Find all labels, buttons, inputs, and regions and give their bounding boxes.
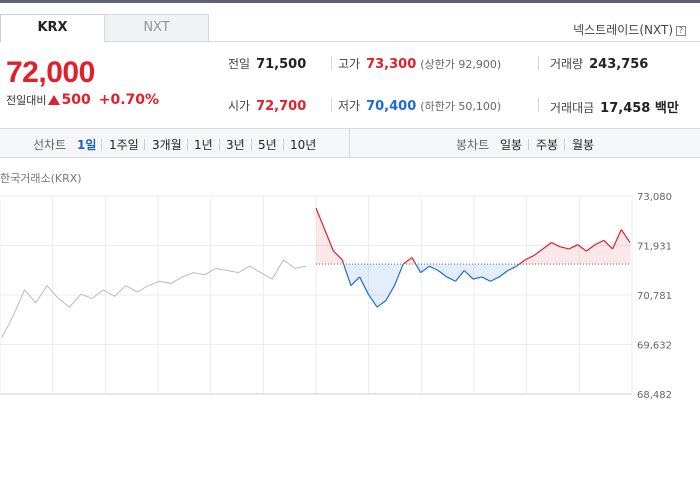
line-chart-label: 선차트 [33,138,67,152]
period-bar-divider [349,129,350,158]
tab-divider [104,41,700,42]
stat-label: 저가 [338,99,361,113]
tab-krx[interactable]: KRX [0,14,105,42]
divider [101,139,102,150]
period-bar: 선차트 1일 1주일 3개월 1년 3년 5년 10년 봉차트 일봉 주봉 월봉 [0,128,700,158]
divider [538,98,539,112]
nxt-link[interactable]: 넥스트레이드(NXT)? [573,21,686,38]
divider [528,139,529,150]
stat-label: 시가 [228,99,251,113]
stat-value: 71,500 [256,57,307,72]
period-1d[interactable]: 1일 [77,136,96,153]
divider [283,139,284,150]
area-above-baseline [621,229,630,265]
area-above-baseline [568,244,578,265]
change-label: 전일대비 [6,94,47,107]
chart-title: 한국거래소(KRX) [0,172,82,185]
y-tick-label: 69,632 [637,340,672,351]
up-triangle-icon [48,95,61,105]
divider [331,98,332,112]
period-daily[interactable]: 일봉 [500,136,522,153]
y-tick-label: 71,931 [637,241,672,252]
intraday-chart: 73,080 71,931 70,781 69,632 68,482 [0,192,672,400]
stat-value: 70,400 [366,99,417,114]
candle-chart-label: 봉차트 [456,138,490,152]
period-1y[interactable]: 1년 [194,136,213,153]
area-above-baseline [316,208,325,265]
stat-volume: 거래량 243,756 [550,55,648,72]
period-weekly[interactable]: 주봉 [536,136,558,153]
stat-sub: (상한가 92,900) [420,58,502,71]
area-below-baseline [499,264,508,277]
stat-prev-close: 전일 71,500 [228,55,306,72]
period-10y[interactable]: 10년 [290,136,316,153]
stat-value: 73,300 [366,57,417,72]
stat-label: 거래대금 [550,101,595,115]
change-percent: +0.70% [98,92,160,108]
stat-low: 저가 70,400 (하한가 50,100) [338,97,501,114]
area-below-baseline [377,264,386,308]
stat-open: 시가 72,700 [228,97,306,114]
area-below-baseline [438,264,447,277]
y-tick-label: 70,781 [637,291,672,302]
current-price: 72,000 [6,56,95,89]
divider [331,56,332,70]
y-tick-label: 73,080 [637,192,672,203]
period-3m[interactable]: 3개월 [152,136,182,153]
divider [251,139,252,150]
question-icon[interactable]: ? [676,26,686,36]
stat-value: 72,700 [256,99,307,114]
stat-value: 243,756 [589,57,649,72]
series-previous-day-line [1,258,307,338]
divider [538,56,539,70]
price-change: 전일대비 500 +0.70% [6,92,159,108]
stat-label: 고가 [338,57,361,71]
tab-nxt[interactable]: NXT [104,14,209,42]
nxt-link-label: 넥스트레이드(NXT) [573,23,673,37]
top-border [0,0,700,3]
stat-sub: (하한가 50,100) [420,100,502,113]
stat-label: 거래량 [550,57,584,71]
period-monthly[interactable]: 월봉 [572,136,594,153]
period-5y[interactable]: 5년 [258,136,277,153]
y-tick-label: 68,482 [637,390,672,400]
period-3y[interactable]: 3년 [226,136,245,153]
change-amount: 500 [61,92,91,108]
stat-value: 17,458 백만 [600,101,679,116]
divider [144,139,145,150]
area-below-baseline [350,264,360,286]
period-1w[interactable]: 1주일 [109,136,139,153]
stat-high: 고가 73,300 (상한가 92,900) [338,55,501,72]
area-above-baseline [534,248,543,265]
stat-label: 전일 [228,57,251,71]
area-above-baseline [560,246,569,265]
divider [187,139,188,150]
stat-amount: 거래대금 17,458 백만 [550,97,679,116]
divider [219,139,220,150]
divider [564,139,565,150]
